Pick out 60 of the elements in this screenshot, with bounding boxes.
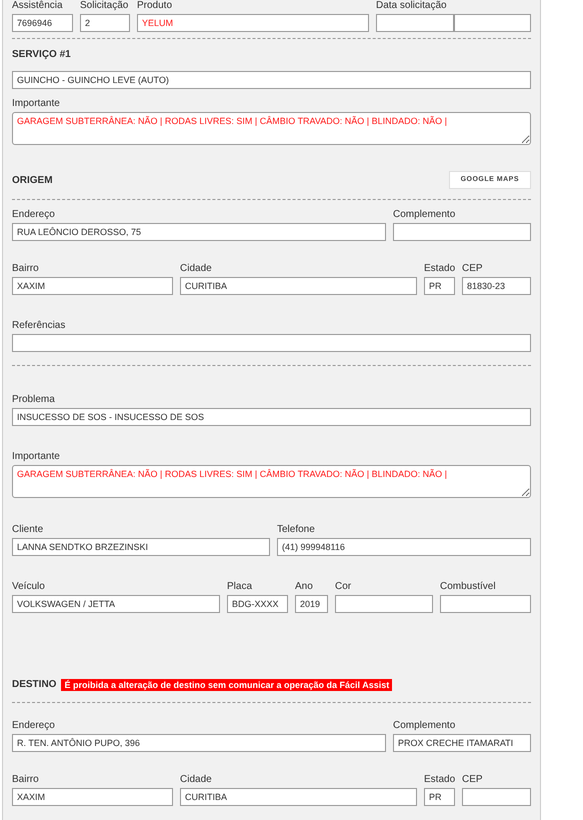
text-field[interactable]: GUINCHO - GUINCHO LEVE (AUTO) (12, 71, 531, 89)
text-field[interactable]: BDG-XXXX (227, 595, 288, 613)
field-label: Estado (424, 774, 456, 786)
field-label: Referências (12, 320, 66, 332)
field-label: Cidade (180, 263, 212, 275)
field-label: Produto (137, 0, 172, 12)
field-label: Complemento (393, 720, 456, 732)
section-heading: ORIGEM (12, 174, 53, 188)
text-field[interactable] (393, 223, 531, 241)
text-field[interactable]: R. TEN. ANTÔNIO PUPO, 396 (12, 734, 386, 752)
text-field[interactable]: 2 (80, 14, 130, 32)
text-field[interactable]: LANNA SENDTKO BRZEZINSKI (12, 538, 270, 556)
field-label: Veículo (12, 581, 45, 593)
field-label: Complemento (393, 209, 456, 221)
text-field[interactable]: 7696946 (12, 14, 73, 32)
notes-textarea[interactable]: GARAGEM SUBTERRÂNEA: NÃO | RODAS LIVRES: SIM | CÂMBIO TRAVADO: NÃO | BLINDADO: NÃO | (12, 112, 531, 145)
field-label: CEP (462, 263, 483, 275)
date-field[interactable] (376, 14, 454, 32)
field-label: Telefone (277, 524, 315, 536)
field-label: Estado (424, 263, 456, 275)
field-label: Assistência (12, 0, 63, 12)
field-label: Bairro (12, 263, 39, 275)
section-heading: SERVIÇO #1 (12, 48, 72, 62)
text-field[interactable]: INSUCESSO DE SOS - INSUCESSO DE SOS (12, 408, 531, 426)
field-label: Bairro (12, 774, 39, 786)
text-field[interactable]: XAXIM (12, 788, 173, 806)
field-label: Endereço (12, 720, 55, 732)
field-label: Cor (335, 581, 352, 593)
text-field[interactable] (440, 595, 531, 613)
field-label: Problema (12, 394, 55, 406)
field-label: Importante (12, 98, 60, 110)
text-field[interactable]: RUA LEÔNCIO DEROSSO, 75 (12, 223, 386, 241)
field-label: Solicitação (80, 0, 128, 12)
text-field[interactable]: CURITIBA (180, 277, 417, 295)
field-label: Cidade (180, 774, 212, 786)
text-field[interactable]: PR (424, 788, 455, 806)
text-field[interactable] (335, 595, 433, 613)
field-label: Endereço (12, 209, 55, 221)
field-label: CEP (462, 774, 483, 786)
field-label: Importante (12, 451, 60, 463)
text-field[interactable]: PR (424, 277, 455, 295)
text-field[interactable]: 2019 (295, 595, 328, 613)
warning-banner: É proibida a alteração de destino sem comunicar a operação da Fácil Assist (61, 678, 392, 690)
text-field[interactable]: PROX CRECHE ITAMARATI (393, 734, 531, 752)
field-label: Ano (295, 581, 313, 593)
field-label: Data solicitação (376, 0, 447, 12)
field-label: Cliente (12, 524, 44, 536)
text-field[interactable] (462, 788, 531, 806)
text-field[interactable]: XAXIM (12, 277, 173, 295)
section-heading: DESTINO (12, 678, 56, 692)
field-label: Placa (227, 581, 252, 593)
field-label: Combustível (440, 581, 496, 593)
text-field[interactable]: YELUM (137, 14, 369, 32)
notes-textarea[interactable]: GARAGEM SUBTERRÂNEA: NÃO | RODAS LIVRES: SIM | CÂMBIO TRAVADO: NÃO | BLINDADO: NÃO | (12, 465, 531, 498)
text-field[interactable]: CURITIBA (180, 788, 417, 806)
time-field[interactable] (454, 14, 531, 32)
text-field[interactable] (12, 334, 531, 352)
text-field[interactable]: 81830-23 (462, 277, 531, 295)
text-field[interactable]: (41) 999948116 (277, 538, 531, 556)
text-field[interactable]: VOLKSWAGEN / JETTA (12, 595, 220, 613)
